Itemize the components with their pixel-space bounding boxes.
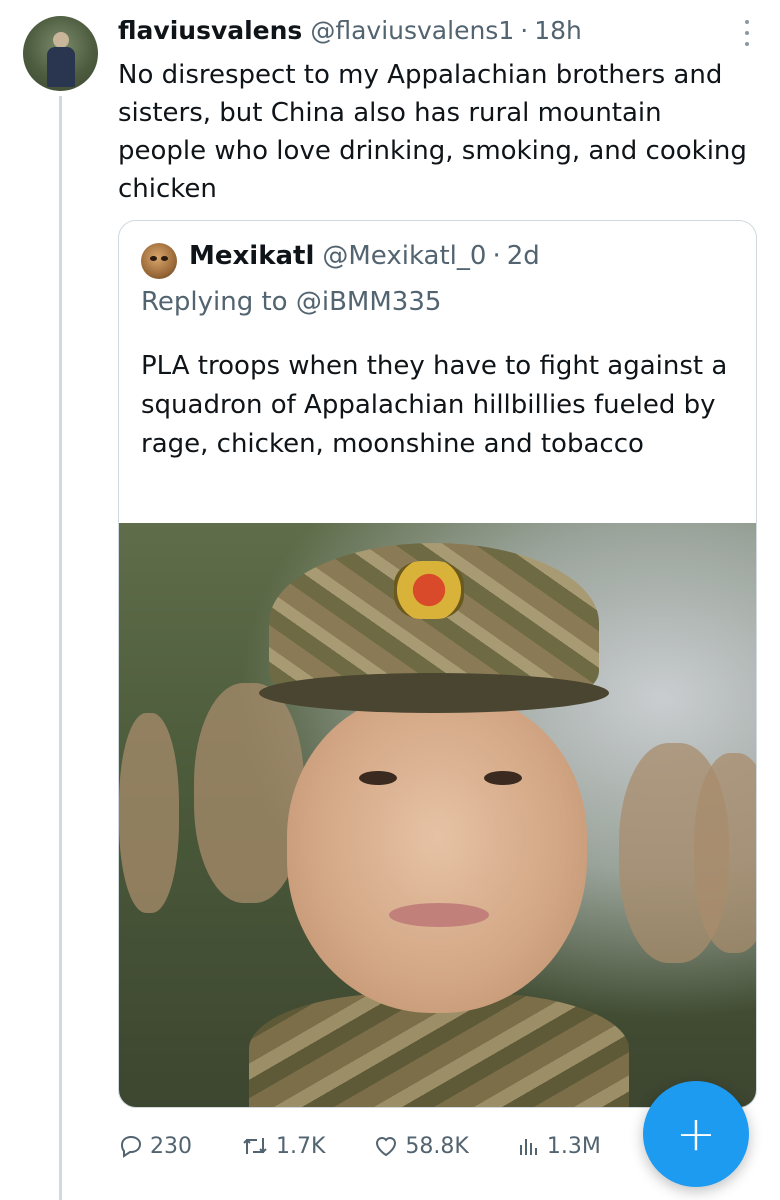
retweet-icon — [243, 1138, 267, 1154]
like-count: 58.8K — [405, 1133, 469, 1159]
replying-to-label: Replying to — [141, 287, 288, 317]
tweet-text: No disrespect to my Appalachian brothers… — [118, 60, 747, 204]
retweet-button[interactable]: 1.7K — [240, 1134, 325, 1159]
separator: · — [520, 16, 529, 45]
replying-to: Replying to @iBMM335 — [141, 287, 441, 317]
views-count: 1.3M — [546, 1133, 601, 1159]
quoted-tweet-photo[interactable] — [119, 523, 756, 1107]
timestamp[interactable]: 18h — [534, 16, 582, 45]
author-handle[interactable]: @flaviusvalens1 — [310, 16, 514, 45]
replying-to-mention[interactable]: @iBMM335 — [296, 287, 442, 317]
more-options-icon[interactable] — [740, 18, 754, 48]
thread-line — [59, 96, 62, 1200]
quoted-header: Mexikatl @Mexikatl_0 · 2d — [189, 241, 540, 271]
views-button[interactable]: 1.3M — [517, 1134, 601, 1159]
quoted-author-name[interactable]: Mexikatl — [189, 241, 314, 271]
reply-button[interactable]: 230 — [118, 1134, 192, 1159]
quoted-tweet[interactable]: Mexikatl @Mexikatl_0 · 2d Replying to @i… — [118, 220, 757, 1108]
avatar-body — [47, 47, 75, 87]
retweet-count: 1.7K — [276, 1133, 326, 1159]
quoted-author-handle[interactable]: @Mexikatl_0 — [322, 241, 486, 271]
avatar[interactable] — [23, 16, 98, 91]
quoted-separator: · — [492, 241, 501, 271]
avatar-head — [53, 32, 69, 48]
reply-count: 230 — [150, 1133, 192, 1159]
quoted-tweet-text: PLA troops when they have to fight again… — [141, 351, 728, 459]
views-icon — [519, 1139, 537, 1155]
action-bar: 230 1.7K 58.8K 1.3M — [118, 1126, 638, 1166]
compose-button[interactable]: + — [643, 1081, 749, 1187]
author-name[interactable]: flaviusvalens — [118, 16, 302, 45]
heart-icon — [376, 1137, 397, 1157]
reply-icon — [120, 1135, 142, 1158]
like-button[interactable]: 58.8K — [373, 1133, 469, 1159]
plus-icon: + — [675, 1106, 717, 1162]
tweet-header: flaviusvalens @flaviusvalens1 · 18h — [118, 16, 760, 50]
quoted-timestamp[interactable]: 2d — [507, 241, 540, 271]
quoted-avatar[interactable] — [141, 243, 177, 279]
